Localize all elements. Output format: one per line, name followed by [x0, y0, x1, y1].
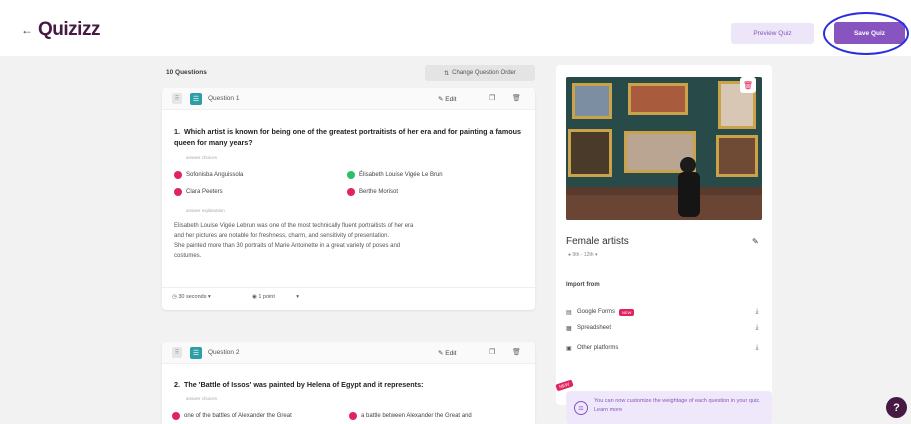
incorrect-marker-icon — [347, 188, 355, 196]
quiz-title: Female artists — [566, 236, 629, 247]
explanation-line: and her pictures are notable for freshne… — [174, 233, 390, 239]
choice-text: a battle between Alexander the Great and — [361, 413, 472, 419]
choice-text: Berthe Morisot — [359, 189, 399, 195]
answer-choices-caption: answer choices — [186, 155, 218, 160]
import-label: Spreadsheet — [577, 325, 612, 331]
gallery-image — [566, 77, 762, 220]
remove-image-icon[interactable]: 🗑 — [740, 77, 756, 93]
answer-choice: a battle between Alexander the Great and — [349, 412, 472, 420]
correct-marker-icon — [347, 171, 355, 179]
import-spreadsheet[interactable]: ▦ Spreadsheet ⤓ — [566, 321, 762, 335]
import-title: Import from — [566, 282, 600, 288]
edit-title-icon[interactable]: ✎ — [752, 237, 759, 246]
incorrect-marker-icon — [172, 412, 180, 420]
question-number: 2. — [174, 380, 180, 389]
incorrect-marker-icon — [174, 171, 182, 179]
answer-explanation: Elisabeth Louise Vigée Lebrun was one of… — [174, 221, 526, 261]
time-select[interactable]: ◷ 30 seconds ▾ — [172, 294, 211, 300]
import-action-icon[interactable]: ⤓ — [752, 307, 762, 317]
question-body: The 'Battle of Issos' was painted by Hel… — [184, 380, 424, 389]
question-label: Question 1 — [208, 95, 240, 102]
choice-text: Sofonisba Anguissola — [186, 172, 244, 178]
drag-handle-icon[interactable]: ⠿ — [172, 93, 182, 104]
edit-label: Edit — [445, 350, 457, 357]
incorrect-marker-icon — [349, 412, 357, 420]
import-action-icon[interactable]: ⤓ — [752, 323, 762, 333]
edit-label: Edit — [445, 96, 457, 103]
explanation-line: She painted more than 30 portraits of Ma… — [174, 243, 401, 249]
multiple-choice-icon: ☰ — [190, 347, 202, 359]
import-label: Other platforms — [577, 345, 619, 351]
answer-choice: Berthe Morisot — [347, 188, 398, 196]
new-badge: NEW — [619, 308, 635, 316]
duplicate-icon[interactable]: ❐ — [489, 348, 495, 356]
question-label: Question 2 — [208, 349, 240, 356]
question-body: Which artist is known for being one of t… — [174, 127, 522, 147]
tip-text[interactable]: You can now customize the weightage of e… — [594, 397, 764, 415]
question-card: ⠿ ☰ Question 1 ✎ Edit ❐ 🗑 1. Which artis… — [162, 88, 535, 310]
quizizz-logo[interactable]: Quizizz — [38, 19, 100, 41]
answer-choice: Clara Peeters — [174, 188, 223, 196]
import-action-icon[interactable]: ⤓ — [752, 343, 762, 353]
import-label: Google Forms — [577, 309, 616, 315]
edit-button[interactable]: ✎ Edit — [438, 349, 456, 357]
duplicate-icon[interactable]: ❐ — [489, 94, 495, 102]
other-platforms-icon: ▣ — [566, 345, 572, 352]
drag-handle-icon[interactable]: ⠿ — [172, 347, 182, 358]
explanation-line: Elisabeth Louise Vigée Lebrun was one of… — [174, 223, 414, 229]
answer-choice: Élisabeth Louise Vigée Le Brun — [347, 171, 443, 179]
question-text: 1. Which artist is known for being one o… — [174, 126, 529, 148]
question-card: ⠿ ☰ Question 2 ✎ Edit ❐ 🗑 2. The 'Battle… — [162, 342, 535, 424]
change-order-button[interactable]: ⇅ Change Question Order — [425, 65, 535, 81]
reorder-icon: ⇅ — [444, 70, 450, 77]
help-button[interactable]: ? — [886, 397, 907, 418]
import-other-platforms[interactable]: ▣ Other platforms ⤓ — [566, 341, 762, 355]
question-count: 10 Questions — [166, 69, 207, 76]
question-number: 1. — [174, 127, 180, 136]
edit-button[interactable]: ✎ Edit — [438, 95, 456, 103]
grade-level[interactable]: ● 9th - 12th ▾ — [568, 252, 597, 258]
choice-text: Clara Peeters — [186, 189, 223, 195]
answer-choice: one of the battles of Alexander the Grea… — [172, 412, 292, 420]
quiz-cover-image[interactable] — [566, 77, 762, 220]
multiple-choice-icon: ☰ — [190, 93, 202, 105]
change-order-label: Change Question Order — [452, 70, 516, 76]
delete-icon[interactable]: 🗑 — [512, 348, 521, 356]
import-google-forms[interactable]: ▤ Google Forms NEW ⤓ — [566, 305, 762, 319]
question-card-footer: ◷ 30 seconds ▾ ◉ 1 point ▾ — [162, 287, 535, 307]
scale-icon: ⚖ — [574, 401, 588, 415]
delete-icon[interactable]: 🗑 — [512, 94, 521, 102]
points-value: 1 point — [258, 294, 275, 300]
question-text: 2. The 'Battle of Issos' was painted by … — [174, 379, 529, 390]
explanation-line: costumes. — [174, 253, 202, 259]
google-forms-icon: ▤ — [566, 309, 572, 316]
choice-text: Élisabeth Louise Vigée Le Brun — [359, 172, 443, 178]
back-arrow-icon[interactable]: ← — [21, 24, 33, 36]
choice-text: one of the battles of Alexander the Grea… — [184, 413, 292, 419]
preview-quiz-button[interactable]: Preview Quiz — [731, 23, 814, 44]
points-select[interactable]: ◉ 1 point ▾ — [252, 294, 299, 300]
answer-explanation-caption: answer explanation — [186, 208, 225, 213]
time-value: 30 seconds — [178, 294, 207, 300]
spreadsheet-icon: ▦ — [566, 325, 572, 332]
answer-choices-caption: answer choices — [186, 396, 218, 401]
incorrect-marker-icon — [174, 188, 182, 196]
top-bar: ← Quizizz Preview Quiz Save Quiz — [0, 0, 911, 56]
grade-value: 9th - 12th — [572, 252, 594, 258]
quiz-settings-panel: 🗑 Female artists ✎ ● 9th - 12th ▾ Import… — [556, 65, 772, 405]
question-card-header: ⠿ ☰ Question 1 ✎ Edit ❐ 🗑 — [162, 88, 535, 110]
weightage-tip: ⚖ You can now customize the weightage of… — [566, 391, 772, 424]
answer-choice: Sofonisba Anguissola — [174, 171, 243, 179]
save-quiz-button[interactable]: Save Quiz — [834, 22, 905, 44]
question-card-header: ⠿ ☰ Question 2 ✎ Edit ❐ 🗑 — [162, 342, 535, 364]
